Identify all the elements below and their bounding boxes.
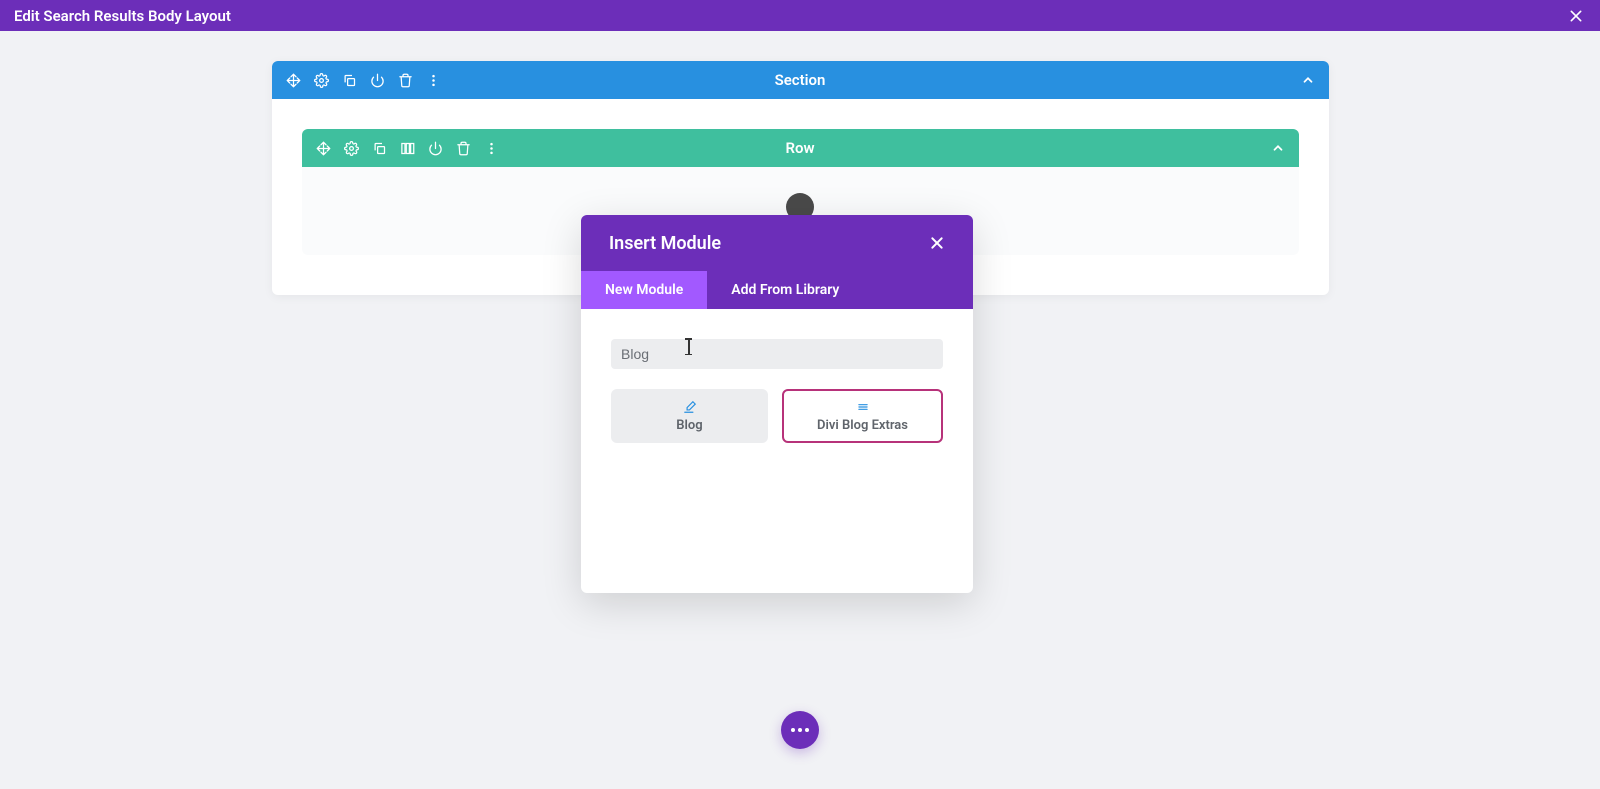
dot-icon bbox=[805, 728, 809, 732]
move-icon[interactable] bbox=[286, 72, 302, 88]
trash-icon[interactable] bbox=[456, 140, 472, 156]
duplicate-icon[interactable] bbox=[372, 140, 388, 156]
power-icon[interactable] bbox=[370, 72, 386, 88]
modal-header: Insert Module bbox=[581, 215, 973, 271]
module-card-blog[interactable]: Blog bbox=[611, 389, 768, 443]
gear-icon[interactable] bbox=[314, 72, 330, 88]
section-label: Section bbox=[775, 71, 826, 89]
module-card-label: Divi Blog Extras bbox=[817, 418, 908, 433]
columns-icon[interactable] bbox=[400, 140, 416, 156]
modal-title: Insert Module bbox=[609, 233, 721, 254]
row-label: Row bbox=[785, 139, 814, 157]
row-header[interactable]: Row bbox=[302, 129, 1299, 167]
duplicate-icon[interactable] bbox=[342, 72, 358, 88]
tab-add-from-library[interactable]: Add From Library bbox=[707, 271, 863, 309]
modal-close-button[interactable] bbox=[929, 235, 945, 251]
gear-icon[interactable] bbox=[344, 140, 360, 156]
top-close-button[interactable] bbox=[1566, 6, 1586, 26]
dot-icon bbox=[798, 728, 802, 732]
close-icon bbox=[929, 235, 945, 251]
blog-icon bbox=[683, 400, 697, 414]
dot-icon bbox=[791, 728, 795, 732]
modal-tabs: New Module Add From Library bbox=[581, 271, 973, 309]
chevron-up-icon bbox=[1271, 141, 1285, 155]
module-search-input[interactable] bbox=[611, 339, 943, 369]
menu-icon bbox=[856, 400, 870, 414]
section-header[interactable]: Section bbox=[272, 61, 1329, 99]
module-card-divi-blog-extras[interactable]: Divi Blog Extras bbox=[782, 389, 943, 443]
power-icon[interactable] bbox=[428, 140, 444, 156]
chevron-up-icon bbox=[1301, 73, 1315, 87]
move-icon[interactable] bbox=[316, 140, 332, 156]
section-collapse-button[interactable] bbox=[1301, 73, 1315, 87]
top-bar: Edit Search Results Body Layout bbox=[0, 0, 1600, 31]
builder-fab-button[interactable] bbox=[781, 711, 819, 749]
row-toolbar bbox=[316, 140, 500, 156]
insert-module-modal: Insert Module New Module Add From Librar… bbox=[581, 215, 973, 593]
trash-icon[interactable] bbox=[398, 72, 414, 88]
section-toolbar bbox=[286, 72, 442, 88]
modal-body: Blog Divi Blog Extras bbox=[581, 309, 973, 593]
tab-new-module[interactable]: New Module bbox=[581, 271, 707, 309]
more-vertical-icon[interactable] bbox=[484, 140, 500, 156]
close-icon bbox=[1568, 8, 1584, 24]
module-grid: Blog Divi Blog Extras bbox=[611, 389, 943, 443]
module-card-label: Blog bbox=[676, 418, 702, 433]
page-title: Edit Search Results Body Layout bbox=[14, 7, 231, 25]
row-collapse-button[interactable] bbox=[1271, 141, 1285, 155]
more-vertical-icon[interactable] bbox=[426, 72, 442, 88]
